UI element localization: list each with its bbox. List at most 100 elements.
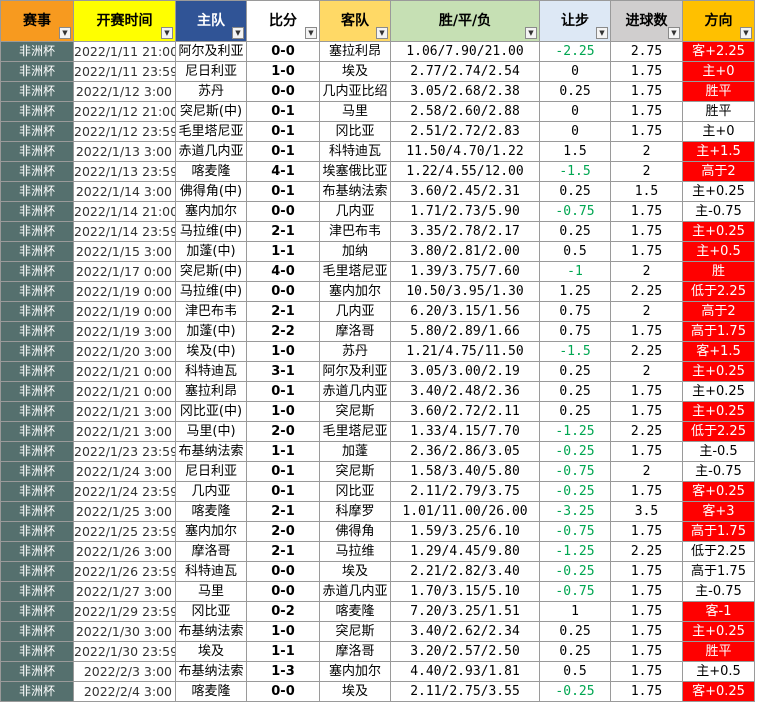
event-cell[interactable]: 非洲杯 (0, 81, 74, 102)
event-cell[interactable]: 非洲杯 (0, 41, 74, 62)
direction-cell[interactable]: 低于2.25 (682, 541, 755, 562)
odds-cell[interactable]: 3.40/2.62/2.34 (390, 621, 540, 642)
direction-cell[interactable]: 高于1.75 (682, 321, 755, 342)
filter-dropdown-icon[interactable]: ▼ (232, 27, 244, 39)
away-team-cell[interactable]: 几内亚 (319, 201, 391, 222)
score-cell[interactable]: 1-0 (246, 61, 320, 82)
goals-line-cell[interactable]: 1.75 (610, 581, 683, 602)
goals-line-cell[interactable]: 1.75 (610, 201, 683, 222)
goals-line-cell[interactable]: 1.75 (610, 681, 683, 702)
event-cell[interactable]: 非洲杯 (0, 261, 74, 282)
odds-cell[interactable]: 3.60/2.45/2.31 (390, 181, 540, 202)
direction-cell[interactable]: 主+1.5 (682, 141, 755, 162)
kickoff-time-cell[interactable]: 2022/1/15 3:00 (73, 241, 176, 262)
goals-line-cell[interactable]: 1.75 (610, 621, 683, 642)
goals-line-cell[interactable]: 1.75 (610, 241, 683, 262)
away-team-cell[interactable]: 塞内加尔 (319, 281, 391, 302)
odds-cell[interactable]: 3.20/2.57/2.50 (390, 641, 540, 662)
score-cell[interactable]: 0-1 (246, 141, 320, 162)
odds-cell[interactable]: 1.71/2.73/5.90 (390, 201, 540, 222)
home-team-cell[interactable]: 埃及(中) (175, 341, 247, 362)
direction-cell[interactable]: 客+0.25 (682, 481, 755, 502)
score-cell[interactable]: 0-0 (246, 281, 320, 302)
goals-line-cell[interactable]: 1.75 (610, 81, 683, 102)
home-team-cell[interactable]: 马拉维(中) (175, 221, 247, 242)
away-team-cell[interactable]: 马里 (319, 101, 391, 122)
score-cell[interactable]: 1-1 (246, 641, 320, 662)
handicap-cell[interactable]: 0.5 (539, 661, 611, 682)
handicap-cell[interactable]: 0.25 (539, 641, 611, 662)
goals-line-cell[interactable]: 1.75 (610, 641, 683, 662)
home-team-cell[interactable]: 科特迪瓦 (175, 561, 247, 582)
score-cell[interactable]: 1-1 (246, 241, 320, 262)
home-team-cell[interactable]: 埃及 (175, 641, 247, 662)
handicap-cell[interactable]: -0.75 (539, 521, 611, 542)
goals-line-cell[interactable]: 1.75 (610, 441, 683, 462)
handicap-cell[interactable]: 0.25 (539, 81, 611, 102)
event-cell[interactable]: 非洲杯 (0, 541, 74, 562)
direction-cell[interactable]: 高于1.75 (682, 561, 755, 582)
handicap-cell[interactable]: 0.25 (539, 181, 611, 202)
odds-cell[interactable]: 2.21/2.82/3.40 (390, 561, 540, 582)
kickoff-time-cell[interactable]: 2022/1/21 3:00 (73, 401, 176, 422)
goals-line-cell[interactable]: 1.75 (610, 561, 683, 582)
away-team-cell[interactable]: 几内亚 (319, 301, 391, 322)
kickoff-time-cell[interactable]: 2022/1/26 23:59 (73, 561, 176, 582)
handicap-cell[interactable]: 0.5 (539, 241, 611, 262)
handicap-cell[interactable]: 1.25 (539, 281, 611, 302)
goals-line-cell[interactable]: 1.75 (610, 661, 683, 682)
home-team-cell[interactable]: 尼日利亚 (175, 61, 247, 82)
home-team-cell[interactable]: 加蓬(中) (175, 321, 247, 342)
goals-line-cell[interactable]: 2 (610, 261, 683, 282)
direction-cell[interactable]: 主+0 (682, 121, 755, 142)
direction-cell[interactable]: 客+1.5 (682, 341, 755, 362)
event-cell[interactable]: 非洲杯 (0, 581, 74, 602)
odds-cell[interactable]: 3.35/2.78/2.17 (390, 221, 540, 242)
kickoff-time-cell[interactable]: 2022/1/17 0:00 (73, 261, 176, 282)
kickoff-time-cell[interactable]: 2022/1/14 21:00 (73, 201, 176, 222)
away-team-cell[interactable]: 毛里塔尼亚 (319, 261, 391, 282)
score-cell[interactable]: 4-0 (246, 261, 320, 282)
kickoff-time-cell[interactable]: 2022/1/26 3:00 (73, 541, 176, 562)
kickoff-time-cell[interactable]: 2022/1/19 0:00 (73, 301, 176, 322)
away-team-cell[interactable]: 突尼斯 (319, 621, 391, 642)
direction-cell[interactable]: 主+0.25 (682, 621, 755, 642)
score-cell[interactable]: 0-0 (246, 581, 320, 602)
goals-line-cell[interactable]: 1.75 (610, 321, 683, 342)
event-cell[interactable]: 非洲杯 (0, 421, 74, 442)
goals-line-cell[interactable]: 1.5 (610, 181, 683, 202)
kickoff-time-cell[interactable]: 2022/1/13 3:00 (73, 141, 176, 162)
event-cell[interactable]: 非洲杯 (0, 641, 74, 662)
odds-cell[interactable]: 2.77/2.74/2.54 (390, 61, 540, 82)
handicap-cell[interactable]: -1.5 (539, 341, 611, 362)
kickoff-time-cell[interactable]: 2022/1/19 0:00 (73, 281, 176, 302)
home-team-cell[interactable]: 马里 (175, 581, 247, 602)
handicap-cell[interactable]: -3.25 (539, 501, 611, 522)
kickoff-time-cell[interactable]: 2022/1/29 23:59 (73, 601, 176, 622)
score-cell[interactable]: 2-1 (246, 541, 320, 562)
odds-cell[interactable]: 3.05/2.68/2.38 (390, 81, 540, 102)
handicap-cell[interactable]: -2.25 (539, 41, 611, 62)
away-team-cell[interactable]: 突尼斯 (319, 461, 391, 482)
odds-cell[interactable]: 2.51/2.72/2.83 (390, 121, 540, 142)
score-cell[interactable]: 0-0 (246, 201, 320, 222)
goals-line-cell[interactable]: 2.25 (610, 341, 683, 362)
score-cell[interactable]: 0-0 (246, 81, 320, 102)
handicap-cell[interactable]: -0.25 (539, 441, 611, 462)
score-cell[interactable]: 0-1 (246, 481, 320, 502)
direction-cell[interactable]: 低于2.25 (682, 421, 755, 442)
event-cell[interactable]: 非洲杯 (0, 321, 74, 342)
home-team-cell[interactable]: 喀麦隆 (175, 501, 247, 522)
goals-line-cell[interactable]: 2.25 (610, 281, 683, 302)
handicap-cell[interactable]: 0.25 (539, 621, 611, 642)
away-team-cell[interactable]: 摩洛哥 (319, 321, 391, 342)
handicap-cell[interactable]: -1.25 (539, 541, 611, 562)
score-cell[interactable]: 2-0 (246, 421, 320, 442)
filter-dropdown-icon[interactable]: ▼ (668, 27, 680, 39)
goals-line-cell[interactable]: 1.75 (610, 521, 683, 542)
kickoff-time-cell[interactable]: 2022/1/21 3:00 (73, 421, 176, 442)
handicap-cell[interactable]: 0 (539, 121, 611, 142)
event-cell[interactable]: 非洲杯 (0, 301, 74, 322)
kickoff-time-cell[interactable]: 2022/1/11 21:00 (73, 41, 176, 62)
kickoff-time-cell[interactable]: 2022/1/19 3:00 (73, 321, 176, 342)
